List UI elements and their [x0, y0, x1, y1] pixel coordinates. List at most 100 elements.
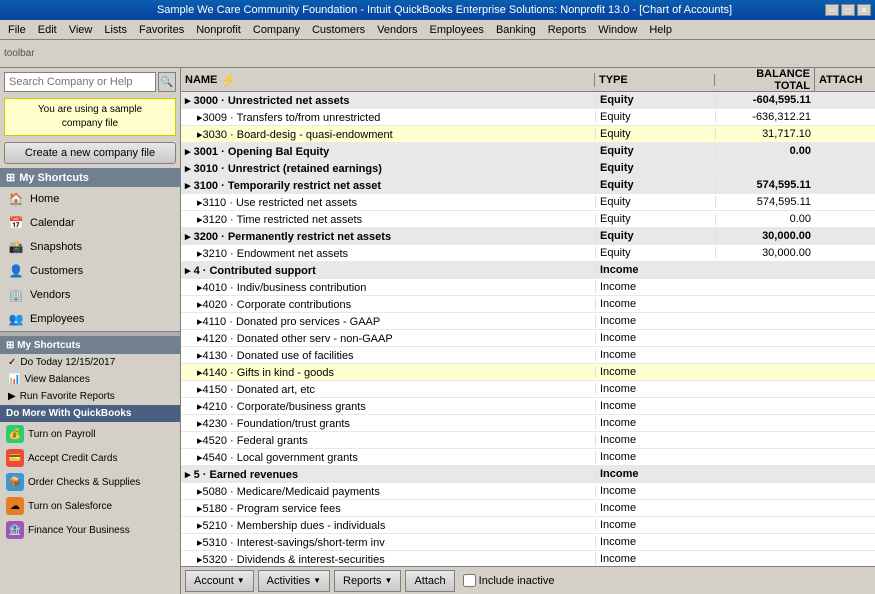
menu-item-reports[interactable]: Reports [542, 22, 593, 38]
table-row[interactable]: ▸3120 · Time restricted net assetsEquity… [181, 211, 875, 228]
table-row[interactable]: ▸ 3200 · Permanently restrict net assets… [181, 228, 875, 245]
checks-label: Order Checks & Supplies [28, 477, 140, 488]
sub-item-run-reports[interactable]: ▶ Run Favorite Reports [0, 388, 180, 405]
sidebar-item-vendors[interactable]: 🏢 Vendors [0, 283, 180, 307]
sample-company-banner: You are using a sample company file [4, 98, 176, 136]
include-inactive-label[interactable]: Include inactive [463, 574, 555, 587]
table-row[interactable]: ▸3009 · Transfers to/from unrestrictedEq… [181, 109, 875, 126]
menu-item-view[interactable]: View [63, 22, 99, 38]
row-type-cell: Income [595, 485, 715, 497]
employees-icon: 👥 [8, 311, 24, 327]
table-row[interactable]: ▸4540 · Local government grantsIncome [181, 449, 875, 466]
banner-line1: You are using a sample [9, 103, 171, 117]
do-more-finance[interactable]: 🏦 Finance Your Business [0, 518, 180, 542]
row-name-cell: ▸4230 · Foundation/trust grants [181, 417, 595, 430]
table-row[interactable]: ▸4020 · Corporate contributionsIncome [181, 296, 875, 313]
sub-item-do-today[interactable]: ✓ Do Today 12/15/2017 [0, 354, 180, 371]
menu-item-banking[interactable]: Banking [490, 22, 542, 38]
table-row[interactable]: ▸4130 · Donated use of facilitiesIncome [181, 347, 875, 364]
search-input[interactable] [4, 72, 156, 92]
create-company-button[interactable]: Create a new company file [4, 142, 176, 164]
table-row[interactable]: ▸4230 · Foundation/trust grantsIncome [181, 415, 875, 432]
row-type-cell: Income [595, 349, 715, 361]
table-row[interactable]: ▸5320 · Dividends & interest-securitiesI… [181, 551, 875, 566]
view-balances-label: View Balances [24, 374, 89, 385]
do-more-salesforce[interactable]: ☁ Turn on Salesforce [0, 494, 180, 518]
do-more-checks[interactable]: 📦 Order Checks & Supplies [0, 470, 180, 494]
row-name-cell: ▸5210 · Membership dues - individuals [181, 519, 595, 532]
close-button[interactable]: ✕ [857, 4, 871, 16]
home-label: Home [30, 193, 59, 205]
table-row[interactable]: ▸4210 · Corporate/business grantsIncome [181, 398, 875, 415]
row-type-cell: Income [595, 468, 715, 480]
row-type-cell: Income [595, 400, 715, 412]
row-type-cell: Equity [595, 213, 715, 225]
table-row[interactable]: ▸4120 · Donated other serv - non-GAAPInc… [181, 330, 875, 347]
row-name-cell: ▸5080 · Medicare/Medicaid payments [181, 485, 595, 498]
table-row[interactable]: ▸ 3010 · Unrestrict (retained earnings)E… [181, 160, 875, 177]
bottom-toolbar: Account ▼ Activities ▼ Reports ▼ Attach … [181, 566, 875, 594]
shortcuts-icon: ⊞ [6, 171, 15, 184]
include-inactive-checkbox[interactable] [463, 574, 476, 587]
table-row[interactable]: ▸4140 · Gifts in kind - goodsIncome [181, 364, 875, 381]
content-area: NAME ⚡ TYPE BALANCE TOTAL ATTACH ▸ 3000 … [181, 68, 875, 594]
search-button[interactable]: 🔍 [158, 72, 176, 92]
table-row[interactable]: ▸3110 · Use restricted net assetsEquity5… [181, 194, 875, 211]
window-controls[interactable]: ─ □ ✕ [825, 4, 871, 16]
sidebar-item-employees[interactable]: 👥 Employees [0, 307, 180, 331]
table-row[interactable]: ▸ 5 · Earned revenuesIncome [181, 466, 875, 483]
snapshots-label: Snapshots [30, 241, 82, 253]
menu-item-window[interactable]: Window [592, 22, 643, 38]
table-row[interactable]: ▸3030 · Board-desig - quasi-endowmentEqu… [181, 126, 875, 143]
row-balance-cell: 574,595.11 [715, 196, 815, 208]
checks-icon: 📦 [6, 473, 24, 491]
menu-item-customers[interactable]: Customers [306, 22, 371, 38]
table-row[interactable]: ▸ 3001 · Opening Bal EquityEquity0.00 [181, 143, 875, 160]
minimize-button[interactable]: ─ [825, 4, 839, 16]
table-row[interactable]: ▸5180 · Program service feesIncome [181, 500, 875, 517]
table-row[interactable]: ▸4010 · Indiv/business contributionIncom… [181, 279, 875, 296]
row-type-cell: Income [595, 383, 715, 395]
menu-item-company[interactable]: Company [247, 22, 306, 38]
reports-arrow-icon: ▼ [385, 576, 393, 585]
menu-item-lists[interactable]: Lists [98, 22, 133, 38]
menu-item-help[interactable]: Help [643, 22, 678, 38]
banner-line2: company file [9, 117, 171, 131]
menu-item-favorites[interactable]: Favorites [133, 22, 190, 38]
sidebar-item-home[interactable]: 🏠 Home [0, 187, 180, 211]
sidebar-item-calendar[interactable]: 📅 Calendar [0, 211, 180, 235]
home-icon: 🏠 [8, 191, 24, 207]
table-row[interactable]: ▸3210 · Endowment net assetsEquity30,000… [181, 245, 875, 262]
maximize-button[interactable]: □ [841, 4, 855, 16]
menu-item-employees[interactable]: Employees [424, 22, 490, 38]
row-name-cell: ▸4020 · Corporate contributions [181, 298, 595, 311]
menu-item-edit[interactable]: Edit [32, 22, 63, 38]
table-row[interactable]: ▸ 3100 · Temporarily restrict net assetE… [181, 177, 875, 194]
sub-item-view-balances[interactable]: 📊 View Balances [0, 371, 180, 388]
table-row[interactable]: ▸5310 · Interest-savings/short-term invI… [181, 534, 875, 551]
attach-btn-label: Attach [414, 575, 445, 587]
table-row[interactable]: ▸ 4 · Contributed supportIncome [181, 262, 875, 279]
table-row[interactable]: ▸5210 · Membership dues - individualsInc… [181, 517, 875, 534]
sidebar: 🔍 You are using a sample company file Cr… [0, 68, 181, 594]
table-row[interactable]: ▸5080 · Medicare/Medicaid paymentsIncome [181, 483, 875, 500]
table-row[interactable]: ▸4110 · Donated pro services - GAAPIncom… [181, 313, 875, 330]
sidebar-item-snapshots[interactable]: 📸 Snapshots [0, 235, 180, 259]
snapshots-icon: 📸 [8, 239, 24, 255]
reports-button[interactable]: Reports ▼ [334, 570, 401, 592]
menu-item-nonprofit[interactable]: Nonprofit [190, 22, 247, 38]
attach-button[interactable]: Attach [405, 570, 454, 592]
sidebar-item-customers[interactable]: 👤 Customers [0, 259, 180, 283]
table-row[interactable]: ▸4150 · Donated art, etcIncome [181, 381, 875, 398]
table-row[interactable]: ▸4520 · Federal grantsIncome [181, 432, 875, 449]
do-more-credit-cards[interactable]: 💳 Accept Credit Cards [0, 446, 180, 470]
do-more-payroll[interactable]: 💰 Turn on Payroll [0, 422, 180, 446]
row-name-cell: ▸ 3100 · Temporarily restrict net asset [181, 179, 595, 192]
menu-item-vendors[interactable]: Vendors [371, 22, 423, 38]
menu-item-file[interactable]: File [2, 22, 32, 38]
menu-bar: FileEditViewListsFavoritesNonprofitCompa… [0, 20, 875, 40]
account-button[interactable]: Account ▼ [185, 570, 254, 592]
table-row[interactable]: ▸ 3000 · Unrestricted net assetsEquity-6… [181, 92, 875, 109]
account-btn-label: Account [194, 575, 234, 587]
activities-button[interactable]: Activities ▼ [258, 570, 330, 592]
